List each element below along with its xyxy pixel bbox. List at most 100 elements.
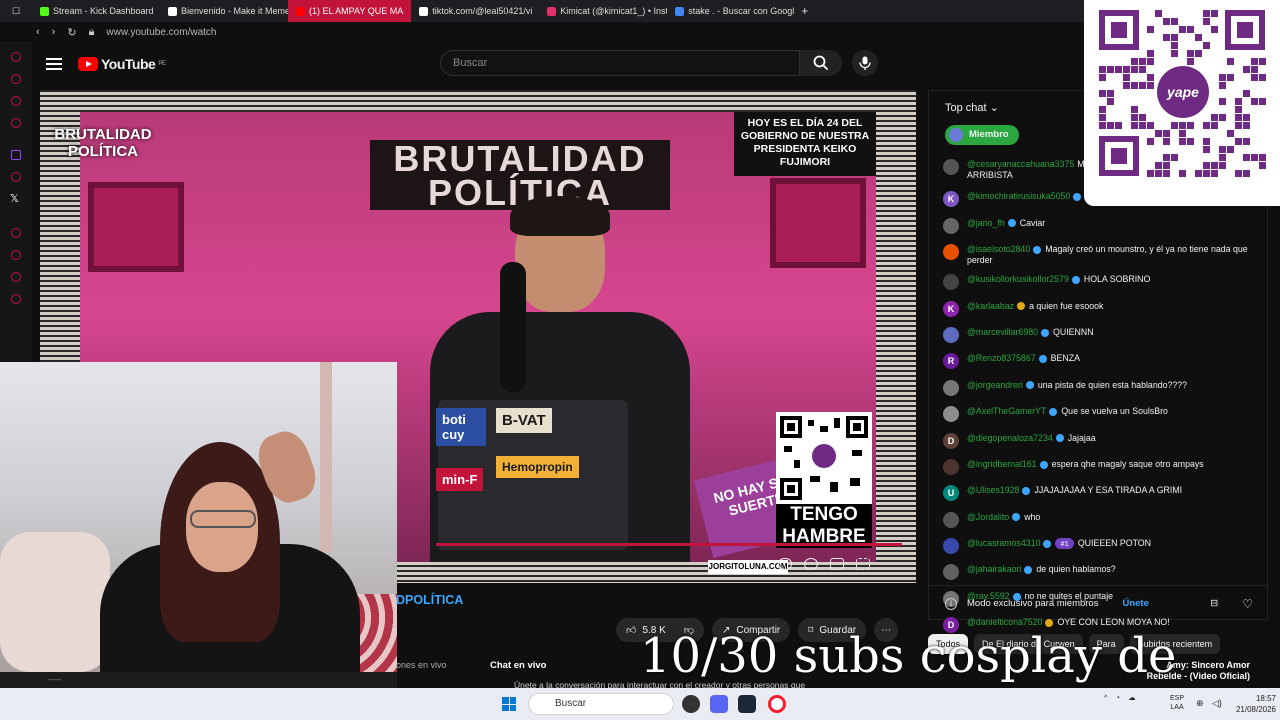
live-tab[interactable]: ones en vivo [396,660,447,670]
forward-icon[interactable]: › [52,26,56,38]
chat-message[interactable]: @marcevillar6980 QUIENNN [943,326,1259,343]
chat-username[interactable]: @AxelTheGamerYT [967,406,1046,416]
sidebar-clock-icon[interactable] [11,250,21,260]
chat-mode-dropdown[interactable]: Top chat ⌄ [945,101,999,114]
browser-tab[interactable]: Kimicat (@kimicat1_) • Inst [539,0,667,22]
autoplay-toggle-icon[interactable] [778,558,792,570]
avatar[interactable] [943,244,959,261]
avatar[interactable] [943,564,959,581]
chat-message[interactable]: @lucasramos4310 #1 QUIEEEN POTON [943,538,1259,555]
chat-username[interactable]: @jano_fh [967,218,1005,228]
chat-username[interactable]: @jahairakaori [967,564,1021,574]
steam-app-icon[interactable] [738,695,756,713]
avatar[interactable] [943,511,959,528]
avatar[interactable] [943,379,959,396]
chat-message[interactable]: R @Renzo8375867 BENZA [943,353,1259,370]
avatar[interactable]: K [943,300,959,317]
chevron-up-icon[interactable]: ^ [1104,693,1108,702]
member-filter-chip[interactable]: Miembro [945,125,1019,145]
reload-icon[interactable]: ↻ [67,26,76,39]
sidebar-twitch-icon[interactable] [11,150,21,160]
sidebar-settings-icon[interactable] [11,294,21,304]
search-button[interactable] [800,50,842,76]
opera-app-icon[interactable] [768,695,786,713]
wifi-icon[interactable]: ◔ [1116,693,1121,702]
new-tab-button[interactable]: + [795,4,814,18]
sidebar-notify-icon[interactable] [11,74,21,84]
chat-message[interactable]: @AxelTheGamerYT Que se vuelva un SoulsBro [943,406,1259,423]
opera-menu-icon[interactable]: ☐ [0,6,32,17]
url-field[interactable]: www.youtube.com/watch [106,27,216,38]
sidebar-x-icon[interactable]: 𝕏 [10,192,19,205]
obs-app-icon[interactable] [682,695,700,713]
youtube-logo[interactable]: YouTube PE [78,56,166,72]
settings-gear-icon[interactable] [804,558,818,570]
chat-username[interactable]: @kimochiratirusisuka5050 [967,191,1070,201]
chat-username[interactable]: @cesaryanaccahuana3375 [967,159,1074,169]
avatar[interactable] [943,538,959,555]
chat-message[interactable]: U @Ulises1928 JJAJAJAJAA Y ESA TIRADA A GR… [943,485,1259,502]
chat-username[interactable]: @karlaabaz [967,301,1014,311]
avatar[interactable]: K [943,191,959,208]
chat-username[interactable]: @Ulises1928 [967,485,1019,495]
browser-tab[interactable]: stake . - Buscar con Googl [667,0,795,22]
chat-message[interactable]: @jorgeandreri una pista de quien esta hab… [943,379,1259,396]
chat-message[interactable]: @jahairakaori de quien hablamos? [943,564,1259,581]
avatar[interactable] [943,458,959,475]
sidebar-extensions-icon[interactable] [11,272,21,282]
chat-message[interactable]: @isaelsoto2840 Magaly creó un mounstro, y… [943,244,1259,266]
chat-message[interactable]: K @karlaabaz a quien fue esoook [943,300,1259,317]
avatar[interactable]: D [943,432,959,449]
super-chat-icon[interactable]: ⊟ [1210,598,1218,609]
chat-username[interactable]: @marcevillar6980 [967,327,1038,337]
cloud-icon[interactable]: ☁ [1128,693,1136,702]
browser-tab[interactable]: (1) EL AMPAY QUE MA [288,0,412,22]
chat-message[interactable]: @kusikollorkusikollor2579 HOLA SOBRINO [943,274,1259,291]
avatar[interactable] [943,406,959,423]
chat-message[interactable]: @Jordalito who [943,511,1259,528]
browser-tab[interactable]: Bienvenido - Make it Meme [160,0,288,22]
chat-username[interactable]: @diegopenaloza7234 [967,433,1053,443]
voice-search-button[interactable] [852,50,878,76]
sidebar-instagram-icon[interactable] [11,118,21,128]
sidebar-history-icon[interactable] [11,228,21,238]
chat-username[interactable]: @isaelsoto2840 [967,244,1030,254]
avatar[interactable] [943,217,959,234]
heart-icon[interactable]: ♡ [1242,597,1253,611]
join-button[interactable]: Únete [1122,598,1148,609]
back-icon[interactable]: ‹ [36,26,40,38]
avatar[interactable] [943,274,959,291]
avatar[interactable] [943,326,959,343]
chat-username[interactable]: @Renzo8375867 [967,353,1036,363]
video-progress-bar[interactable] [436,543,903,546]
chat-username[interactable]: @lucasramos4310 [967,538,1040,548]
menu-icon[interactable] [46,58,62,70]
channel-name[interactable]: DPOLÍTICA [396,593,463,607]
chat-username[interactable]: @Jordalito [967,512,1009,522]
windows-start-icon[interactable] [502,697,516,711]
avatar[interactable]: R [943,353,959,370]
miniplayer-icon[interactable] [830,558,844,570]
chat-username[interactable]: @jorgeandreri [967,380,1023,390]
taskbar-clock[interactable]: 18:57 21/08/2026 [1228,693,1276,715]
browser-tab[interactable]: tiktok.com/@leal50421/vi [411,0,539,22]
input-language[interactable]: ESP LAA [1170,694,1184,712]
avatar[interactable]: U [943,485,959,502]
chat-username[interactable]: @ingridbernal161 [967,459,1037,469]
sidebar-aria-icon[interactable] [11,52,21,62]
chat-message[interactable]: D @diegopenaloza7234 Jajajaa [943,432,1259,449]
sidebar-messenger-icon[interactable] [11,96,21,106]
search-input[interactable]: Buscar [440,50,800,76]
browser-tab[interactable]: Stream - Kick Dashboard [32,0,160,22]
sidebar-percent-icon[interactable] [11,172,21,182]
fullscreen-icon[interactable] [856,558,870,570]
chat-message[interactable]: @jano_fh Caviar [943,217,1259,234]
chat-username[interactable]: @kusikollorkusikollor2579 [967,274,1069,284]
discord-app-icon[interactable] [710,695,728,713]
volume-icon[interactable]: ◁) [1212,698,1222,709]
network-icon[interactable]: ⊕ [1196,698,1204,709]
avatar[interactable] [943,159,959,175]
info-icon[interactable]: i [945,597,957,610]
chat-message[interactable]: @ingridbernal161 espera qhe magaly saque … [943,458,1259,475]
taskbar-search[interactable]: Buscar [528,693,674,715]
